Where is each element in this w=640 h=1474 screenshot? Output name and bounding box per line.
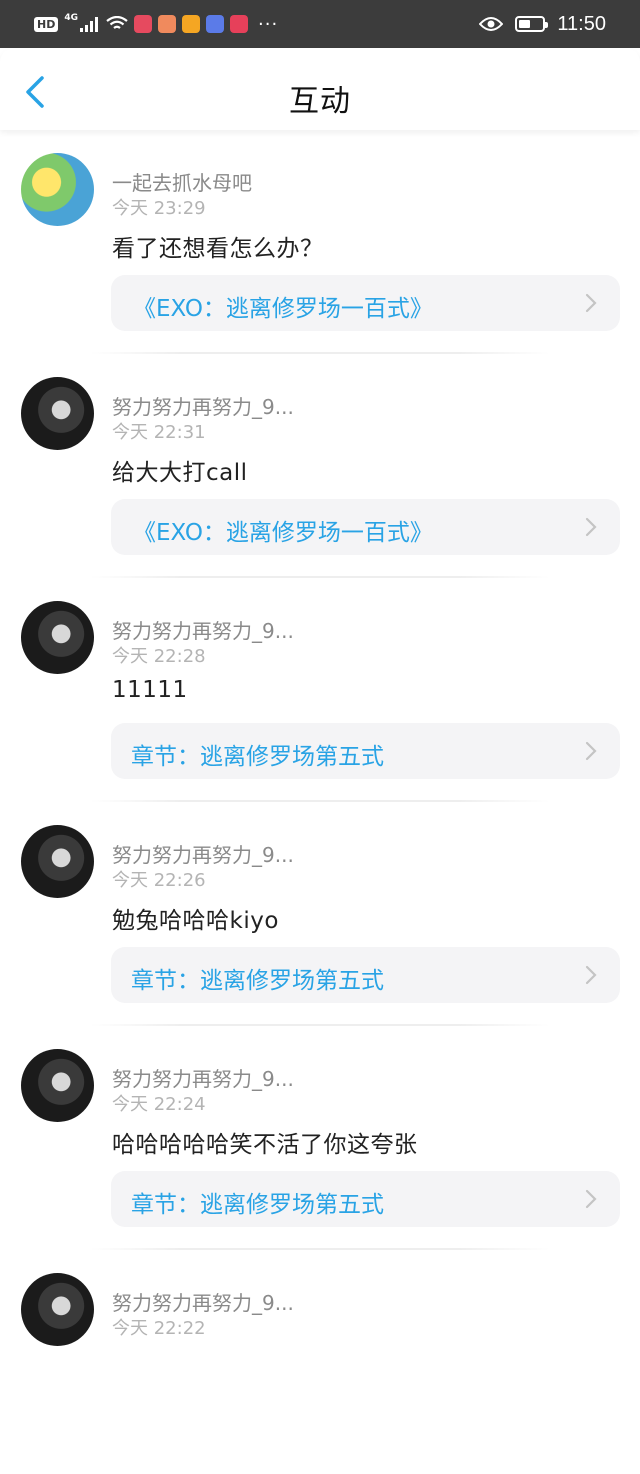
avatar[interactable] bbox=[21, 1273, 94, 1346]
comment-text: 给大大打call bbox=[112, 460, 248, 486]
avatar[interactable] bbox=[21, 153, 94, 226]
list-item: 努力努力再努力_9... 今天 22:24 哈哈哈哈哈笑不活了你这夸张 章节：逃… bbox=[0, 1026, 640, 1250]
page-header: 互动 bbox=[0, 48, 640, 130]
battery-level bbox=[519, 20, 531, 28]
reference-title: 《EXO：逃离修罗场一百式》 bbox=[133, 296, 433, 322]
list-item: 努力努力再努力_9... 今天 22:28 11111 章节：逃离修罗场第五式 bbox=[0, 578, 640, 802]
battery-icon bbox=[515, 16, 549, 32]
chevron-right-icon bbox=[585, 741, 597, 761]
wifi-icon bbox=[106, 16, 128, 29]
list-item: 一起去抓水母吧 今天 23:29 看了还想看怎么办？ 《EXO：逃离修罗场一百式… bbox=[0, 130, 640, 354]
chevron-right-icon bbox=[585, 293, 597, 313]
timestamp: 今天 22:28 bbox=[112, 646, 206, 667]
status-icons-right: 11:50 bbox=[479, 10, 606, 38]
reference-link[interactable]: 《EXO：逃离修罗场一百式》 bbox=[111, 275, 620, 331]
signal-icon bbox=[80, 17, 98, 32]
timestamp: 今天 22:26 bbox=[112, 870, 206, 891]
comment-text: 11111 bbox=[112, 677, 188, 703]
reference-link[interactable]: 章节：逃离修罗场第五式 bbox=[111, 1171, 620, 1227]
avatar[interactable] bbox=[21, 601, 94, 674]
chevron-right-icon bbox=[585, 1189, 597, 1209]
eye-icon bbox=[479, 17, 504, 31]
interaction-list: 一起去抓水母吧 今天 23:29 看了还想看怎么办？ 《EXO：逃离修罗场一百式… bbox=[0, 130, 640, 1474]
username[interactable]: 努力努力再努力_9... bbox=[112, 1063, 294, 1092]
username[interactable]: 努力努力再努力_9... bbox=[112, 391, 294, 420]
hd-icon: HD bbox=[34, 16, 59, 32]
chevron-right-icon bbox=[585, 517, 597, 537]
clock: 11:50 bbox=[557, 12, 606, 35]
list-item: 努力努力再努力_9... 今天 22:22 bbox=[0, 1250, 640, 1474]
music-icon bbox=[206, 15, 224, 33]
timestamp: 今天 23:29 bbox=[112, 198, 206, 219]
reference-link[interactable]: 章节：逃离修罗场第五式 bbox=[111, 947, 620, 1003]
avatar[interactable] bbox=[21, 377, 94, 450]
notify-icon bbox=[230, 15, 248, 33]
comment-text: 看了还想看怎么办？ bbox=[112, 236, 324, 262]
timestamp: 今天 22:31 bbox=[112, 422, 206, 443]
reference-title: 章节：逃离修罗场第五式 bbox=[131, 744, 384, 770]
username[interactable]: 努力努力再努力_9... bbox=[112, 1287, 294, 1316]
username[interactable]: 努力努力再努力_9... bbox=[112, 615, 294, 644]
chat-icon bbox=[158, 15, 176, 33]
status-bar: HD 4G ··· 11:50 bbox=[0, 0, 640, 48]
list-item: 努力努力再努力_9... 今天 22:31 给大大打call 《EXO：逃离修罗… bbox=[0, 354, 640, 578]
reference-title: 章节：逃离修罗场第五式 bbox=[131, 1192, 384, 1218]
video-icon bbox=[182, 15, 200, 33]
avatar[interactable] bbox=[21, 1049, 94, 1122]
more-notifications-icon: ··· bbox=[258, 13, 279, 35]
reference-link[interactable]: 《EXO：逃离修罗场一百式》 bbox=[111, 499, 620, 555]
reference-title: 章节：逃离修罗场第五式 bbox=[131, 968, 384, 994]
comment-text: 勉兔哈哈哈kiyo bbox=[112, 908, 279, 934]
list-item: 努力努力再努力_9... 今天 22:26 勉兔哈哈哈kiyo 章节：逃离修罗场… bbox=[0, 802, 640, 1026]
username[interactable]: 一起去抓水母吧 bbox=[112, 167, 252, 196]
comment-text: 哈哈哈哈哈笑不活了你这夸张 bbox=[112, 1132, 418, 1158]
timestamp: 今天 22:22 bbox=[112, 1318, 206, 1339]
network-type: 4G bbox=[64, 13, 78, 23]
app-icon bbox=[134, 15, 152, 33]
chevron-right-icon bbox=[585, 965, 597, 985]
status-icons-left: HD 4G ··· bbox=[34, 12, 278, 36]
page-title: 互动 bbox=[289, 84, 351, 119]
reference-link[interactable]: 章节：逃离修罗场第五式 bbox=[111, 723, 620, 779]
avatar[interactable] bbox=[21, 825, 94, 898]
timestamp: 今天 22:24 bbox=[112, 1094, 206, 1115]
reference-title: 《EXO：逃离修罗场一百式》 bbox=[133, 520, 433, 546]
username[interactable]: 努力努力再努力_9... bbox=[112, 839, 294, 868]
